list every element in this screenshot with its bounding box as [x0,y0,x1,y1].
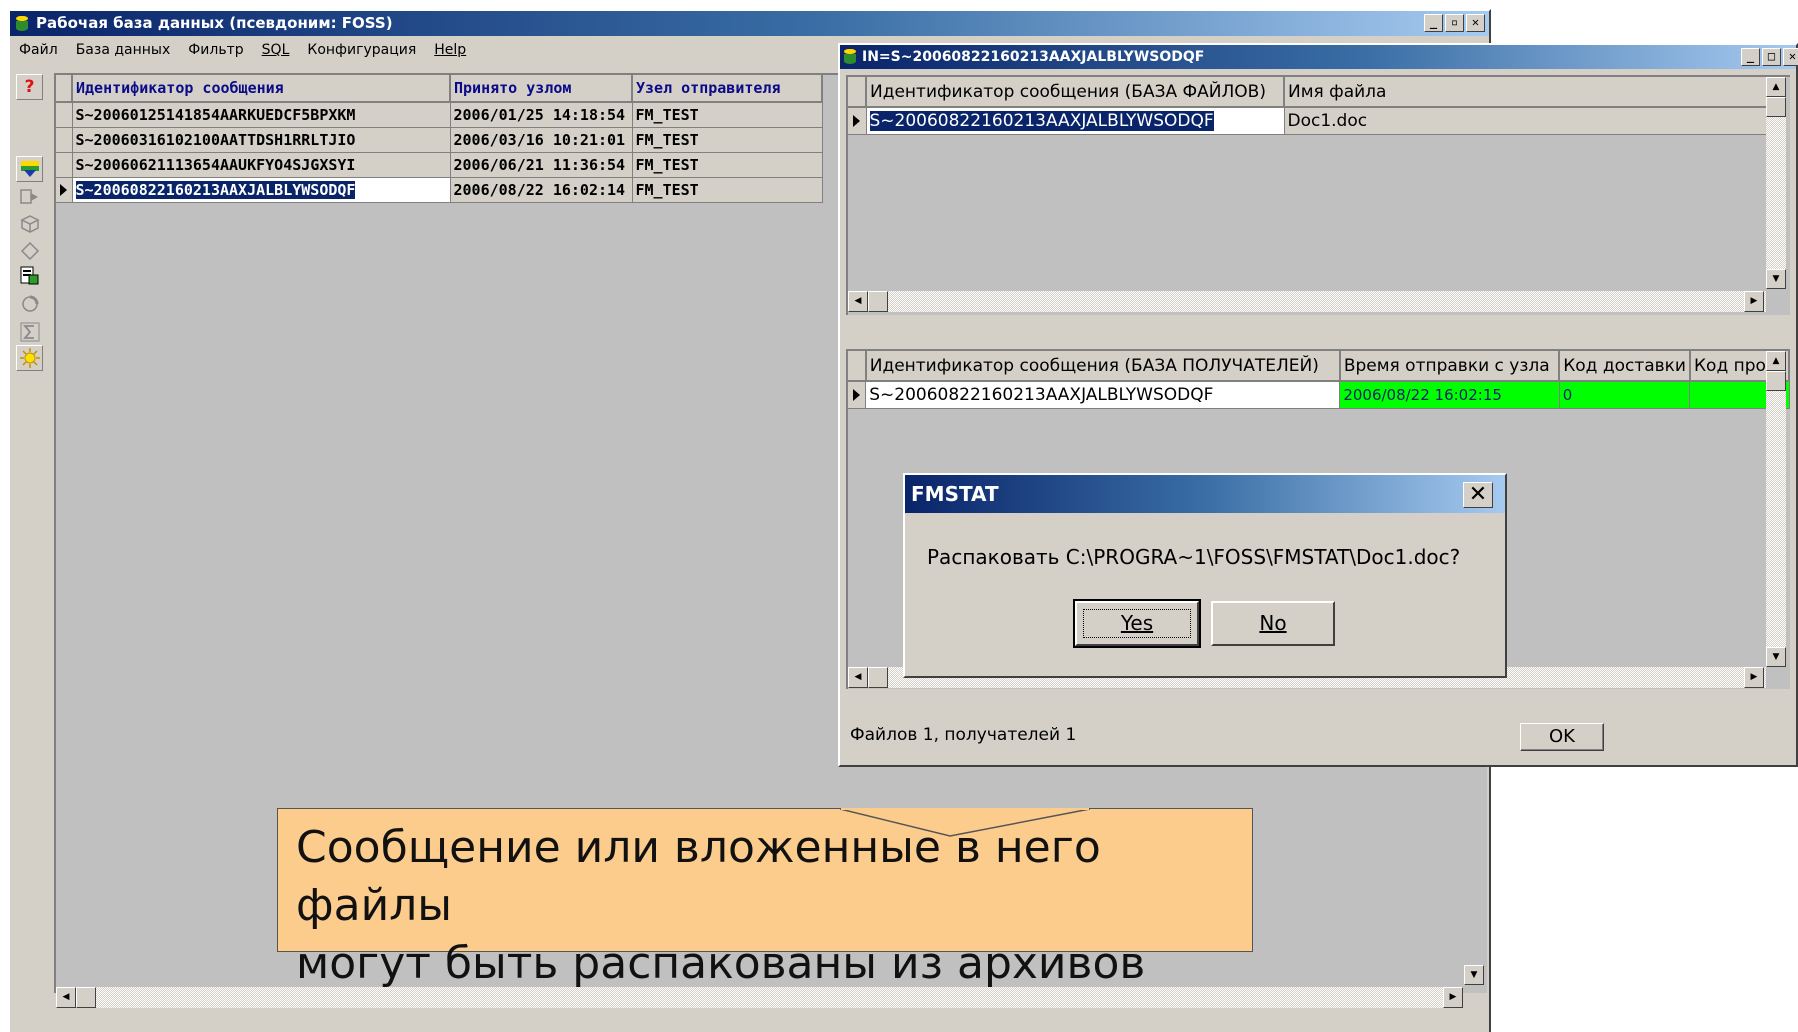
download-icon[interactable] [16,156,43,182]
col-send-time[interactable]: Время отправки с узла [1339,351,1561,382]
col-received[interactable]: Принято узлом [450,75,633,103]
table-row[interactable]: S~20060822160213AAXJALBLYWSODQF 2006/08/… [848,381,1790,409]
scroll-left-button[interactable]: ◀ [56,987,76,1008]
cell-delivery-code[interactable]: 0 [1559,381,1691,409]
child-titlebar[interactable]: IN=S~20060822160213AAXJALBLYWSODQF _ □ ✕ [840,45,1798,69]
cell-received[interactable]: 2006/08/22 16:02:14 [450,177,633,203]
child-title: IN=S~20060822160213AAXJALBLYWSODQF [862,49,1205,65]
row-pointer-icon [56,177,73,203]
table-row[interactable]: S~20060125141854AARKUEDCF5BPXKM 2006/01/… [56,102,823,128]
table-row-selected[interactable]: S~20060822160213AAXJALBLYWSODQF 2006/08/… [56,177,823,203]
close-button[interactable]: ✕ [1466,14,1485,32]
main-title: Рабочая база данных (псевдоним: FOSS) [36,14,393,32]
menu-config[interactable]: Конфигурация [298,38,425,62]
cell-message-id[interactable]: S~20060125141854AARKUEDCF5BPXKM [72,102,451,128]
cell-sender[interactable]: FM_TEST [632,152,823,178]
box-icon[interactable] [16,211,43,237]
cell-received[interactable]: 2006/06/21 11:36:54 [450,152,633,178]
cell-send-time[interactable]: 2006/08/22 16:02:15 [1339,381,1560,409]
callout-line-2: могут быть распакованы из архивов [296,938,1146,989]
confirm-dialog: FMSTAT ✕ Распаковать C:\PROGRA~1\FOSS\FM… [903,473,1507,678]
database-icon [15,16,29,32]
minimize-button[interactable]: _ [1741,48,1760,66]
scroll-right-button[interactable]: ▶ [1744,667,1764,688]
cell-recipient-message-id[interactable]: S~20060822160213AAXJALBLYWSODQF [865,381,1341,409]
horizontal-scrollbar[interactable] [848,291,1766,312]
row-pointer-icon [848,381,867,409]
scroll-right-button[interactable]: ▶ [1443,987,1463,1008]
col-sender[interactable]: Узел отправителя [632,75,823,103]
scroll-down-button[interactable]: ▼ [1766,647,1786,667]
menu-help[interactable]: Help [425,38,475,62]
status-text: Файлов 1, получателей 1 [850,725,1077,745]
scroll-right-button[interactable]: ▶ [1744,291,1764,312]
yes-button[interactable]: Yes [1073,599,1201,648]
callout-box: Сообщение или вложенные в него файлы мог… [277,808,1253,989]
menu-database[interactable]: База данных [67,38,180,62]
menu-sql[interactable]: SQL [253,38,299,62]
col-message-id[interactable]: Идентификатор сообщения [72,75,451,103]
table-row[interactable]: S~20060316102100AATTDSH1RRLTJIO 2006/03/… [56,127,823,153]
row-pointer-icon [848,107,867,135]
col-delivery-code[interactable]: Код доставки [1559,351,1691,382]
cell-sender[interactable]: FM_TEST [632,177,823,203]
cell-received[interactable]: 2006/01/25 14:18:54 [450,102,633,128]
col-file-name[interactable]: Имя файла [1284,77,1785,108]
forward-icon[interactable] [16,184,43,210]
table-row[interactable]: S~20060822160213AAXJALBLYWSODQF Doc1.doc [848,107,1785,135]
import-icon[interactable] [16,263,43,289]
restore-button[interactable]: ▫ [1445,14,1464,32]
col-file-message-id[interactable]: Идентификатор сообщения (БАЗА ФАЙЛОВ) [866,77,1285,108]
help-icon[interactable]: ? [16,74,43,100]
scroll-up-button[interactable]: ▲ [1766,77,1786,97]
cell-file-message-id: S~20060822160213AAXJALBLYWSODQF [869,110,1214,131]
scroll-thumb[interactable] [76,987,96,1008]
cell-sender[interactable]: FM_TEST [632,102,823,128]
scroll-left-button[interactable]: ◀ [848,291,868,312]
cell-message-id[interactable]: S~20060316102100AATTDSH1RRLTJIO [72,127,451,153]
maximize-button[interactable]: □ [1762,48,1781,66]
dialog-titlebar[interactable]: FMSTAT ✕ [905,475,1505,513]
eraser-icon[interactable] [16,237,43,263]
database-icon [843,49,857,65]
main-titlebar[interactable]: Рабочая база данных (псевдоним: FOSS) _ … [10,11,1489,36]
cell-message-id[interactable]: S~20060621113654AAUKFYO4SJGXSYI [72,152,451,178]
indicator-header [56,75,73,103]
cell-sender[interactable]: FM_TEST [632,127,823,153]
callout-pointer [840,808,1091,837]
scroll-down-button[interactable]: ▼ [1766,269,1786,289]
scroll-down-button[interactable]: ▼ [1464,965,1484,985]
cell-received[interactable]: 2006/03/16 10:21:01 [450,127,633,153]
scroll-left-button[interactable]: ◀ [848,667,868,688]
cell-message-id: S~20060822160213AAXJALBLYWSODQF [75,180,356,199]
files-grid: Идентификатор сообщения (БАЗА ФАЙЛОВ) Им… [846,75,1790,315]
refresh-icon[interactable] [16,291,43,317]
dialog-message: Распаковать C:\PROGRA~1\FOSS\FMSTAT\Doc1… [927,545,1461,569]
scroll-up-button[interactable]: ▲ [1766,351,1786,371]
sun-icon[interactable] [16,345,43,371]
ok-button[interactable]: OK [1520,723,1604,751]
cell-file-name[interactable]: Doc1.doc [1284,107,1785,135]
table-row[interactable]: S~20060621113654AAUKFYO4SJGXSYI 2006/06/… [56,152,823,178]
minimize-button[interactable]: _ [1424,14,1443,32]
menu-file[interactable]: Файл [10,38,67,62]
close-button[interactable]: ✕ [1783,48,1798,66]
scroll-thumb[interactable] [868,667,888,688]
dialog-title: FMSTAT [911,482,999,506]
no-button[interactable]: No [1211,601,1335,646]
sum-icon[interactable] [16,319,43,345]
close-icon[interactable]: ✕ [1463,482,1493,508]
menu-filter[interactable]: Фильтр [179,38,252,62]
scroll-thumb[interactable] [1766,371,1786,391]
scroll-thumb[interactable] [868,291,888,312]
scroll-thumb[interactable] [1766,97,1786,117]
col-recipient-message-id[interactable]: Идентификатор сообщения (БАЗА ПОЛУЧАТЕЛЕ… [865,351,1341,382]
